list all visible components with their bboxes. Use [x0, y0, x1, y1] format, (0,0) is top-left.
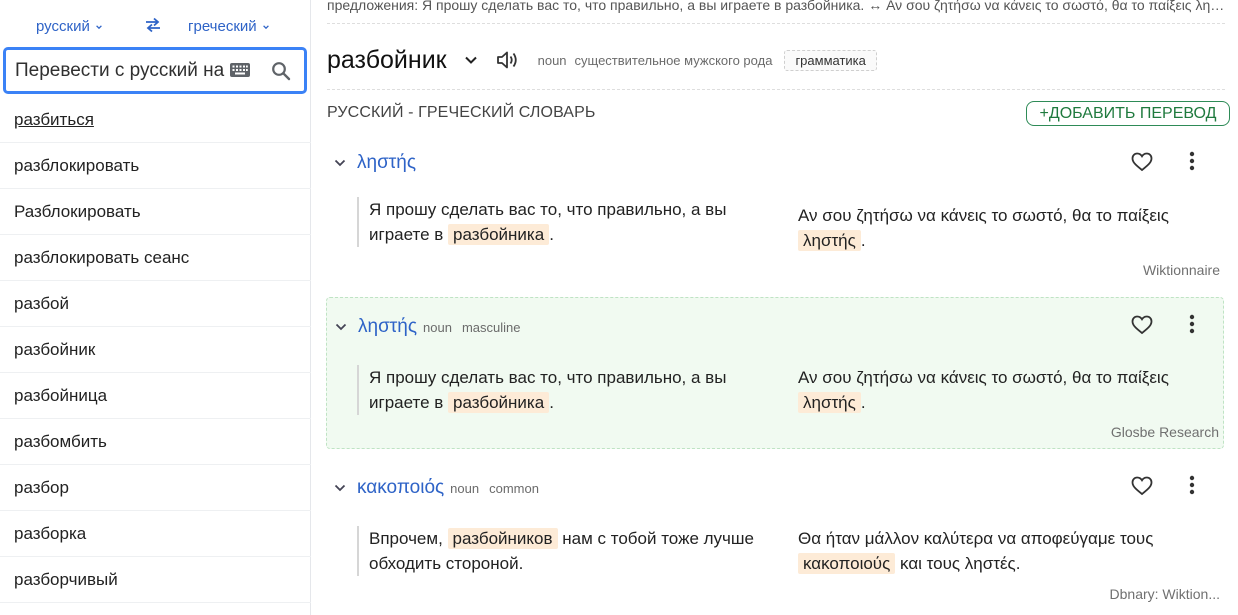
chevron-down-icon[interactable]: [464, 55, 478, 65]
example-text: Αν σου ζητήσω να κάνεις το σωστό, θα το …: [798, 368, 1169, 387]
example-source: Впрочем, разбойников нам с тобой тоже лу…: [357, 526, 777, 576]
example-text: .: [549, 393, 554, 412]
translation-entry-highlighted: ληστής noun masculine Я прошу сделать ва…: [326, 297, 1224, 449]
list-item-label: разбор: [14, 477, 69, 497]
search-input[interactable]: [15, 59, 229, 82]
list-item[interactable]: разблокировать сеанс: [0, 235, 311, 281]
list-item-label: разбойница: [14, 385, 108, 405]
search-box: [3, 47, 307, 94]
heart-icon[interactable]: [1131, 476, 1153, 496]
gender-label: masculine: [461, 319, 521, 335]
target-language-label: греческий: [188, 18, 257, 35]
list-item-label: разбойник: [14, 339, 96, 359]
example-target: Αν σου ζητήσω να κάνεις το σωστό, θα το …: [798, 203, 1218, 253]
highlighted-term: ληστής: [798, 392, 861, 413]
swap-languages-icon[interactable]: [144, 17, 162, 33]
highlighted-term: разбойника: [448, 392, 550, 413]
entry-header: κακοποιός noun common: [326, 473, 539, 503]
grammar-description: существительное мужского рода: [574, 52, 773, 68]
add-translation-button[interactable]: +ДОБАВИТЬ ПЕРЕВОД: [1026, 101, 1230, 126]
example-text: Впрочем,: [369, 529, 448, 548]
example-source: Я прошу сделать вас то, что правильно, а…: [357, 197, 777, 247]
chevron-down-icon[interactable]: [334, 159, 346, 167]
word-list: разбиться разблокировать Разблокировать …: [0, 97, 311, 603]
list-item-label: разборка: [14, 523, 87, 543]
highlighted-term: κακοποιούς: [798, 553, 896, 574]
divider: [327, 89, 1225, 90]
list-item[interactable]: разбойница: [0, 373, 311, 419]
translation-entry: κακοποιός noun common Впрочем, разбойник…: [326, 473, 1224, 615]
more-vert-icon[interactable]: [1189, 151, 1195, 171]
example-text: και τους ληστές.: [895, 554, 1021, 573]
more-vert-icon[interactable]: [1189, 314, 1195, 334]
highlighted-term: ληστής: [798, 230, 861, 251]
list-item[interactable]: разбойник: [0, 327, 311, 373]
sidebar: русский греческий разбиться разб: [0, 0, 311, 615]
list-item-label: разбой: [14, 293, 70, 313]
heart-icon[interactable]: [1131, 152, 1153, 172]
example-text: .: [860, 393, 866, 412]
example-text: Θα ήταν μάλλον καλύτερα να αποφεύγαμε το…: [798, 529, 1154, 548]
heart-icon[interactable]: [1131, 315, 1153, 335]
source-label: Dbnary: Wiktion...: [1109, 586, 1220, 602]
dictionary-title: РУССКИЙ - ГРЕЧЕСКИЙ СЛОВАРЬ: [327, 104, 596, 121]
list-item[interactable]: разблокировать: [0, 143, 311, 189]
example-snippet: предложения: Я прошу сделать вас то, что…: [327, 0, 1225, 13]
main-content: предложения: Я прошу сделать вас то, что…: [315, 0, 1238, 615]
translation-entry: ληστής Я прошу сделать вас то, что прави…: [326, 145, 1224, 287]
list-item-label: Разблокировать: [14, 201, 141, 221]
chevron-down-icon[interactable]: [334, 484, 346, 492]
example-text: Αν σου ζητήσω να κάνεις το σωστό, θα το …: [798, 206, 1169, 225]
search-icon[interactable]: [271, 61, 291, 81]
part-of-speech: noun: [450, 480, 480, 496]
translation-word[interactable]: κακοποιός: [357, 477, 444, 499]
target-language-dropdown[interactable]: греческий: [188, 18, 270, 35]
highlighted-term: разбойников: [447, 528, 558, 549]
gender-label: common: [489, 480, 539, 496]
list-item[interactable]: разборка: [0, 511, 311, 557]
entry-header: ληστής: [326, 148, 416, 178]
list-item[interactable]: разборчивый: [0, 557, 311, 603]
translation-word[interactable]: ληστής: [357, 152, 416, 174]
headword-row: разбойник noun существительное мужского …: [327, 40, 877, 80]
chevron-down-icon[interactable]: [335, 323, 347, 331]
entry-header: ληστής noun masculine: [327, 312, 520, 342]
part-of-speech: noun: [537, 52, 567, 68]
translation-word[interactable]: ληστής: [358, 316, 417, 338]
list-item-label: разбомбить: [14, 431, 107, 451]
chevron-down-icon: [95, 24, 102, 29]
list-item-label: разблокировать: [14, 155, 140, 175]
list-item[interactable]: Разблокировать: [0, 189, 311, 235]
source-label: Wiktionnaire: [1142, 262, 1220, 278]
grammar-button[interactable]: грамматика: [784, 49, 877, 71]
list-item-label: разбиться: [14, 109, 94, 129]
more-vert-icon[interactable]: [1189, 475, 1195, 495]
highlighted-term: разбойника: [448, 224, 550, 245]
list-item[interactable]: разбор: [0, 465, 311, 511]
list-item-label: разборчивый: [14, 569, 118, 589]
page-title: разбойник: [327, 45, 447, 74]
list-item[interactable]: разбой: [0, 281, 311, 327]
example-target: Θα ήταν μάλλον καλύτερα να αποφεύγαμε το…: [798, 526, 1218, 576]
keyboard-icon[interactable]: [229, 62, 251, 78]
divider: [327, 23, 1225, 24]
list-item[interactable]: разбомбить: [0, 419, 311, 465]
list-item-label: разблокировать сеанс: [14, 247, 190, 267]
source-language-dropdown[interactable]: русский: [36, 18, 103, 35]
speaker-icon[interactable]: [495, 49, 519, 71]
part-of-speech: noun: [423, 319, 452, 335]
language-selector-row: русский греческий: [0, 0, 310, 48]
source-label: Glosbe Research: [1110, 424, 1219, 440]
example-source: Я прошу сделать вас то, что правильно, а…: [357, 365, 777, 415]
source-language-label: русский: [36, 18, 90, 35]
list-item[interactable]: разбиться: [0, 97, 311, 143]
example-target: Αν σου ζητήσω να κάνεις το σωστό, θα το …: [798, 365, 1218, 415]
chevron-down-icon: [262, 24, 269, 29]
example-text: .: [860, 231, 866, 250]
example-text: .: [549, 225, 554, 244]
